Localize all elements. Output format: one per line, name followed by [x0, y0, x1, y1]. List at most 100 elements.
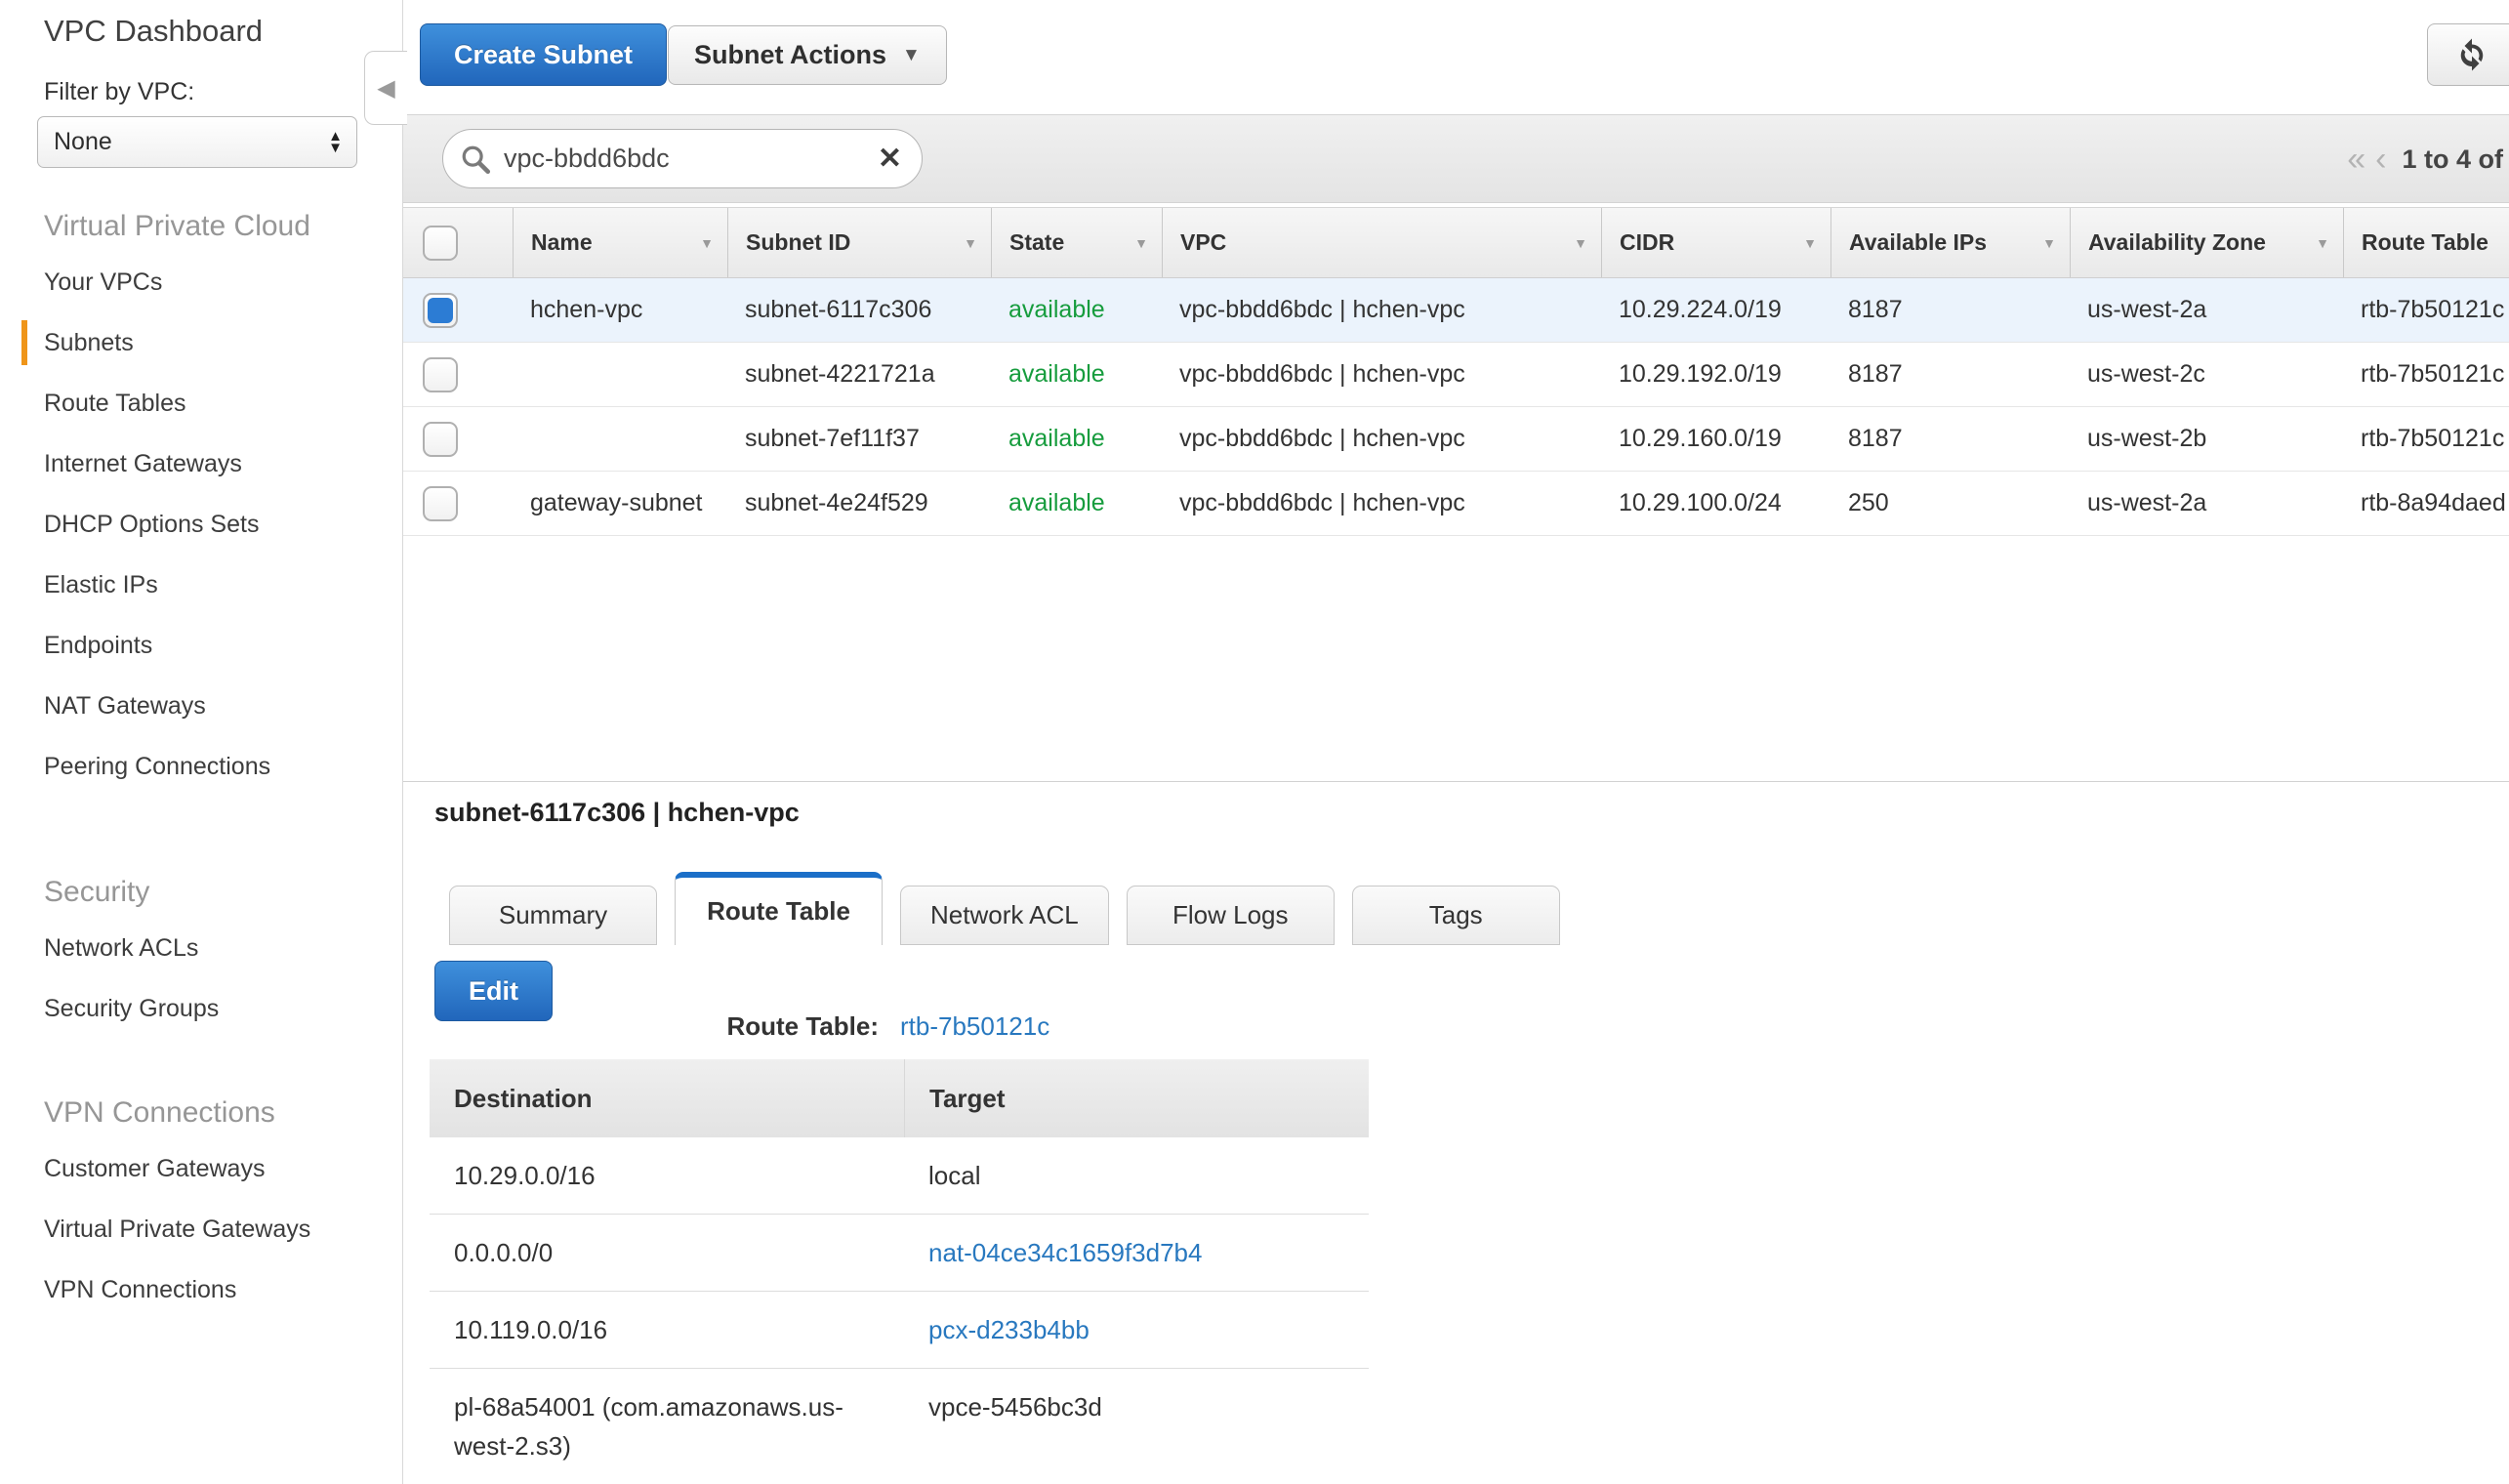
tab-network-acl[interactable]: Network ACL — [900, 886, 1109, 945]
sidebar-item-your-vpcs[interactable]: Your VPCs — [0, 252, 402, 312]
sidebar-item-nat-gateways[interactable]: NAT Gateways — [0, 676, 402, 736]
select-all-checkbox[interactable] — [403, 208, 513, 277]
routes-col-target: Target — [904, 1059, 1369, 1137]
sidebar-item-subnets[interactable]: Subnets — [0, 312, 402, 373]
subnet-actions-button[interactable]: Subnet Actions ▼ — [668, 25, 947, 85]
column-header-subnet-id[interactable]: Subnet ID▼ — [727, 208, 991, 277]
cell-subnet-id: subnet-7ef11f37 — [727, 407, 991, 471]
column-header-label: Name — [531, 229, 593, 256]
column-header-state[interactable]: State▼ — [991, 208, 1162, 277]
pagination-first-icon[interactable]: « — [2347, 141, 2365, 179]
vpc-filter-value: None — [54, 128, 112, 156]
sidebar-item-route-tables[interactable]: Route Tables — [0, 373, 402, 433]
tab-route-table[interactable]: Route Table — [675, 872, 883, 945]
sidebar-item-virtual-private-gateways[interactable]: Virtual Private Gateways — [0, 1199, 402, 1259]
sort-icon: ▼ — [1574, 235, 1587, 251]
sidebar-item-internet-gateways[interactable]: Internet Gateways — [0, 433, 402, 494]
detail-panel-title: subnet-6117c306 | hchen-vpc — [434, 798, 800, 828]
main-content: Create Subnet Subnet Actions ▼ ✕ « ‹ 1 t… — [403, 0, 2509, 1484]
search-box[interactable]: ✕ — [442, 129, 923, 188]
route-table-label: Route Table: — [434, 1011, 879, 1042]
sort-icon: ▼ — [1134, 235, 1148, 251]
cell-available-ips: 250 — [1830, 472, 2070, 535]
routes-table: Destination Target 10.29.0.0/16local0.0.… — [430, 1059, 1369, 1484]
sidebar-item-security-groups[interactable]: Security Groups — [0, 978, 402, 1039]
table-row[interactable]: hchen-vpcsubnet-6117c306availablevpc-bbd… — [403, 278, 2509, 343]
refresh-icon — [2454, 37, 2489, 72]
cell-name — [513, 407, 727, 471]
routes-table-body: 10.29.0.0/16local0.0.0.0/0nat-04ce34c165… — [430, 1137, 1369, 1484]
route-table-link[interactable]: rtb-7b50121c — [900, 1011, 1049, 1042]
routes-table-row: 10.29.0.0/16local — [430, 1137, 1369, 1215]
cell-subnet-id: subnet-6117c306 — [727, 278, 991, 342]
route-target: local — [904, 1137, 1369, 1214]
cell-cidr: 10.29.192.0/19 — [1601, 343, 1830, 406]
row-checkbox[interactable] — [403, 407, 513, 471]
sidebar-item-endpoints[interactable]: Endpoints — [0, 615, 402, 676]
sidebar-item-network-acls[interactable]: Network ACLs — [0, 918, 402, 978]
sidebar-item-dhcp-options-sets[interactable]: DHCP Options Sets — [0, 494, 402, 555]
table-row[interactable]: gateway-subnetsubnet-4e24f529availablevp… — [403, 472, 2509, 536]
column-header-label: Available IPs — [1849, 229, 1987, 256]
route-target-value: vpce-5456bc3d — [928, 1392, 1102, 1422]
table-row[interactable]: subnet-4221721aavailablevpc-bbdd6bdc | h… — [403, 343, 2509, 407]
search-row: ✕ « ‹ 1 to 4 of — [403, 114, 2509, 203]
column-header-label: Availability Zone — [2088, 229, 2266, 256]
nav-section-header-virtual-private-cloud: Virtual Private Cloud — [0, 207, 402, 246]
refresh-button[interactable] — [2427, 23, 2509, 86]
state-badge: available — [1008, 425, 1105, 453]
search-input[interactable] — [502, 143, 878, 175]
column-header-cidr[interactable]: CIDR▼ — [1601, 208, 1830, 277]
vpc-filter-select[interactable]: None ▲▼ — [37, 116, 357, 168]
clear-search-icon[interactable]: ✕ — [878, 142, 902, 176]
routes-col-destination: Destination — [430, 1059, 904, 1137]
checkbox-icon — [423, 226, 458, 261]
route-target-value: local — [928, 1161, 980, 1190]
column-header-available-ips[interactable]: Available IPs ▼ — [1830, 208, 2070, 277]
column-header-name[interactable]: Name▼ — [513, 208, 727, 277]
sidebar-item-peering-connections[interactable]: Peering Connections — [0, 736, 402, 797]
table-row[interactable]: subnet-7ef11f37availablevpc-bbdd6bdc | h… — [403, 407, 2509, 472]
create-subnet-button[interactable]: Create Subnet — [420, 23, 667, 86]
sidebar-item-elastic-ips[interactable]: Elastic IPs — [0, 555, 402, 615]
tab-flow-logs[interactable]: Flow Logs — [1127, 886, 1335, 945]
cell-cidr: 10.29.160.0/19 — [1601, 407, 1830, 471]
checkbox-icon — [423, 293, 458, 328]
column-header-label: VPC — [1180, 229, 1226, 256]
routes-table-row: pl-68a54001 (com.amazonaws.us-west-2.s3)… — [430, 1369, 1369, 1484]
chevron-down-icon: ▼ — [902, 45, 921, 66]
tab-tags[interactable]: Tags — [1352, 886, 1560, 945]
cell-route-table: rtb-8a94daed — [2343, 472, 2509, 535]
cell-name — [513, 343, 727, 406]
route-target-link[interactable]: nat-04ce34c1659f3d7b4 — [928, 1238, 1202, 1267]
sort-icon: ▼ — [964, 235, 977, 251]
checkbox-icon — [423, 357, 458, 392]
cell-vpc: vpc-bbdd6bdc | hchen-vpc — [1162, 278, 1601, 342]
nav-section-header-vpn-connections: VPN Connections — [0, 1093, 402, 1133]
sidebar-collapse-button[interactable]: ◀ — [364, 51, 407, 125]
sidebar-item-vpn-connections[interactable]: VPN Connections — [0, 1259, 402, 1320]
row-checkbox[interactable] — [403, 278, 513, 342]
cell-state: available — [991, 472, 1162, 535]
cell-vpc: vpc-bbdd6bdc | hchen-vpc — [1162, 343, 1601, 406]
cell-subnet-id: subnet-4221721a — [727, 343, 991, 406]
row-checkbox[interactable] — [403, 343, 513, 406]
tab-summary[interactable]: Summary — [449, 886, 657, 945]
column-header-route-table[interactable]: Route Table — [2343, 208, 2509, 277]
column-header-label: Route Table — [2362, 229, 2488, 256]
sidebar-item-customer-gateways[interactable]: Customer Gateways — [0, 1138, 402, 1199]
column-header-availability-zone[interactable]: Availability Zone▼ — [2070, 208, 2343, 277]
pagination-range-text: 1 to 4 of — [2402, 144, 2503, 175]
column-header-vpc[interactable]: VPC ▼ — [1162, 208, 1601, 277]
nav-section-header-security: Security — [0, 873, 402, 912]
row-checkbox[interactable] — [403, 472, 513, 535]
route-target-link[interactable]: pcx-d233b4bb — [928, 1315, 1090, 1344]
toolbar: Create Subnet Subnet Actions ▼ — [403, 0, 2509, 114]
sort-icon: ▼ — [2042, 235, 2056, 251]
state-badge: available — [1008, 296, 1105, 324]
nav-section-items: Customer GatewaysVirtual Private Gateway… — [0, 1138, 402, 1320]
nav-section-items: Your VPCsSubnetsRoute TablesInternet Gat… — [0, 252, 402, 797]
pagination-prev-icon[interactable]: ‹ — [2375, 141, 2386, 179]
route-table-field: Route Table: rtb-7b50121c — [434, 1011, 1411, 1042]
cell-availability-zone: us-west-2a — [2070, 472, 2343, 535]
